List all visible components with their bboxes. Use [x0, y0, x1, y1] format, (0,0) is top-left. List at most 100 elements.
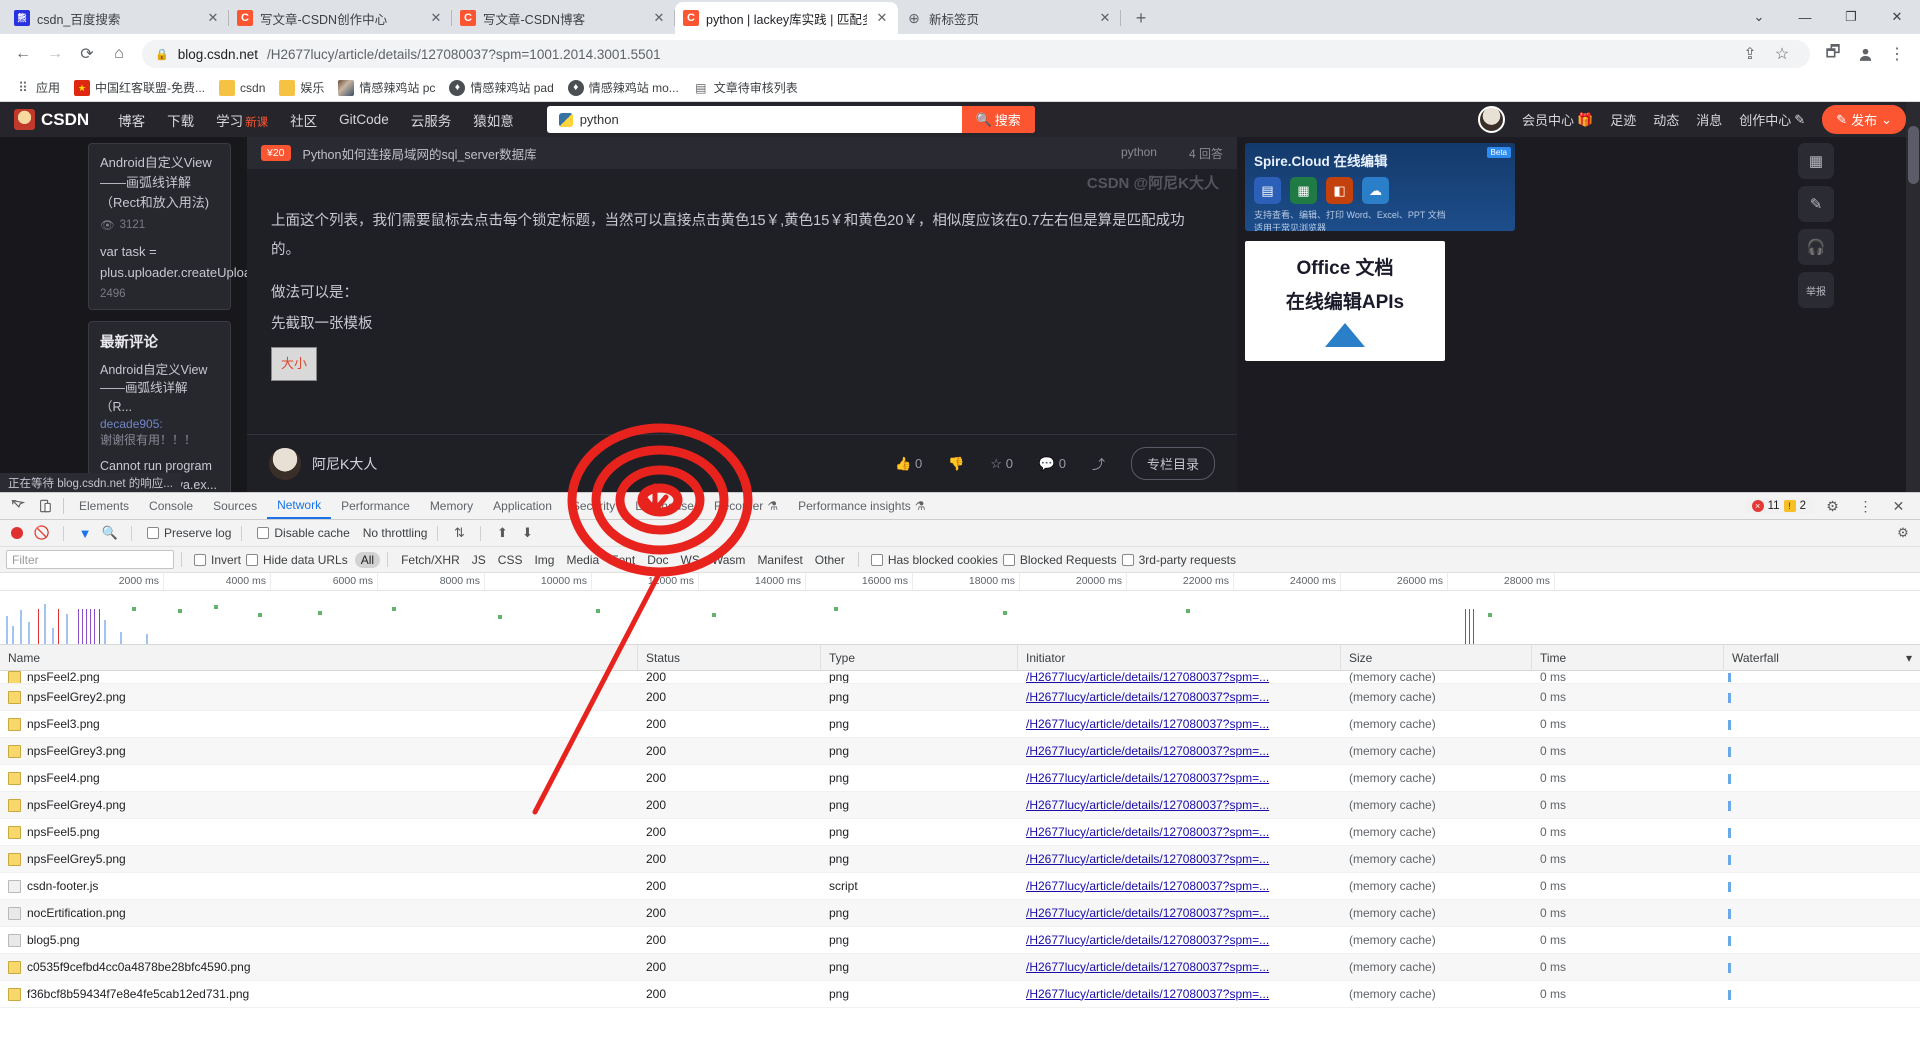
tab-close-button[interactable]: ✕	[651, 10, 667, 26]
csdn-nav-cloud[interactable]: 云服务	[400, 110, 463, 130]
filter-type-js[interactable]: JS	[466, 552, 492, 568]
clear-icon[interactable]: 🚫	[31, 522, 53, 544]
catalog-button[interactable]: 专栏目录	[1130, 447, 1215, 480]
reload-icon[interactable]: ⟳	[72, 39, 102, 69]
table-row[interactable]: csdn-footer.js 200 script /H2677lucy/art…	[0, 873, 1920, 900]
new-tab-button[interactable]: +	[1127, 4, 1155, 32]
filter-type-fetchxhr[interactable]: Fetch/XHR	[395, 552, 466, 568]
tab-memory[interactable]: Memory	[420, 493, 483, 519]
filter-type-font[interactable]: Font	[605, 552, 641, 568]
tab-performance-insights[interactable]: Performance insights ⚗	[788, 493, 935, 519]
avatar[interactable]	[1478, 106, 1505, 133]
table-row[interactable]: npsFeelGrey3.png 200 png /H2677lucy/arti…	[0, 738, 1920, 765]
request-initiator[interactable]: /H2677lucy/article/details/127080037?spm…	[1026, 927, 1269, 954]
tab-recorder[interactable]: Recorder ⚗	[704, 493, 788, 519]
network-overview[interactable]: 2000 ms 4000 ms 6000 ms 8000 ms 10000 ms…	[0, 573, 1920, 645]
tab-search-button[interactable]: ⌄	[1736, 0, 1782, 34]
filter-type-doc[interactable]: Doc	[641, 552, 674, 568]
csdn-logo[interactable]: CSDN	[14, 109, 89, 130]
table-row[interactable]: npsFeel4.png 200 png /H2677lucy/article/…	[0, 765, 1920, 792]
bookmark-item-3[interactable]: 娱乐	[273, 76, 330, 99]
profile-avatar-icon[interactable]	[1850, 39, 1880, 69]
report-button[interactable]: 举报	[1798, 272, 1834, 308]
checkbox[interactable]	[870, 553, 883, 566]
back-icon[interactable]: ←	[8, 39, 38, 69]
blocked-requests-checkbox[interactable]: Blocked Requests	[1002, 553, 1117, 567]
funnel-icon[interactable]: ▼	[74, 522, 96, 544]
csdn-nav-gitcode[interactable]: GitCode	[328, 112, 400, 127]
question-bar[interactable]: ¥20 Python如何连接局域网的sql_server数据库 python 4…	[247, 137, 1237, 169]
gear-icon[interactable]: ⚙	[1892, 522, 1914, 544]
close-icon[interactable]: ✕	[1885, 493, 1912, 519]
tab-close-button[interactable]: ✕	[874, 10, 890, 26]
publish-button[interactable]: ✎ 发布 ⌄	[1822, 105, 1906, 134]
table-row[interactable]: npsFeelGrey5.png 200 png /H2677lucy/arti…	[0, 846, 1920, 873]
column-initiator[interactable]: Initiator	[1018, 644, 1341, 671]
comment-item[interactable]: Android自定义View ——画弧线详解（R... decade905: 谢…	[100, 361, 219, 448]
browser-tab-2[interactable]: C 写文章-CSDN博客 ✕	[452, 2, 675, 34]
bookmark-item-7[interactable]: ▤ 文章待审核列表	[687, 76, 804, 99]
tab-console[interactable]: Console	[139, 493, 203, 519]
bookmark-item-5[interactable]: ♦ 情感辣鸡站 pad	[443, 76, 559, 99]
throttling-select[interactable]: No throttling	[363, 526, 428, 540]
bookmark-item-1[interactable]: ★ 中国红客联盟-免费...	[68, 76, 211, 99]
preserve-log-checkbox[interactable]: Preserve log	[147, 526, 231, 540]
like-button[interactable]: 👍 0	[895, 456, 922, 472]
kebab-icon[interactable]: ⋮	[1852, 493, 1879, 519]
headset-icon[interactable]: 🎧	[1798, 229, 1834, 265]
page-scrollbar[interactable]	[1906, 102, 1920, 492]
filter-type-css[interactable]: CSS	[492, 552, 529, 568]
table-row[interactable]: npsFeel3.png 200 png /H2677lucy/article/…	[0, 711, 1920, 738]
edit-icon[interactable]: ✎	[1798, 186, 1834, 222]
error-warning-counts[interactable]: × 11 ! 2	[1744, 498, 1813, 514]
search-input[interactable]: python	[580, 112, 619, 127]
request-initiator[interactable]: /H2677lucy/article/details/127080037?spm…	[1026, 711, 1269, 738]
column-time[interactable]: Time	[1532, 644, 1724, 671]
minimize-button[interactable]: —	[1782, 0, 1828, 34]
column-size[interactable]: Size	[1341, 644, 1532, 671]
column-name[interactable]: Name	[0, 644, 638, 671]
tab-performance[interactable]: Performance	[331, 493, 420, 519]
nav-messages[interactable]: 消息	[1696, 110, 1722, 129]
tab-application[interactable]: Application	[483, 493, 562, 519]
tab-security[interactable]: Security	[562, 493, 625, 519]
filter-type-wasm[interactable]: Wasm	[706, 552, 752, 568]
request-initiator[interactable]: /H2677lucy/article/details/127080037?spm…	[1026, 819, 1269, 846]
nav-footprint[interactable]: 足迹	[1610, 110, 1636, 129]
checkbox[interactable]	[1121, 553, 1134, 566]
nav-creation-center[interactable]: 创作中心 ✎	[1739, 110, 1805, 129]
requests-table-body[interactable]: npsFeel2.png 200 png /H2677lucy/article/…	[0, 671, 1920, 1048]
inspect-icon[interactable]	[4, 493, 31, 519]
article-thumbnail[interactable]: 大小	[271, 347, 317, 381]
search-icon[interactable]: 🔍	[99, 522, 121, 544]
bookmark-item-4[interactable]: 情感辣鸡站 pc	[332, 76, 441, 99]
avatar[interactable]	[269, 447, 301, 480]
tab-close-button[interactable]: ✕	[428, 10, 444, 26]
checkbox[interactable]	[1002, 553, 1015, 566]
csdn-nav-yuanruyi[interactable]: 猿如意	[462, 110, 525, 130]
filter-type-other[interactable]: Other	[809, 552, 851, 568]
share-button[interactable]: ⤴	[1092, 454, 1105, 473]
filter-type-media[interactable]: Media	[560, 552, 605, 568]
filter-type-img[interactable]: Img	[528, 552, 560, 568]
table-row[interactable]: blog5.png 200 png /H2677lucy/article/det…	[0, 927, 1920, 954]
has-blocked-cookies-checkbox[interactable]: Has blocked cookies	[870, 553, 998, 567]
checkbox[interactable]	[257, 527, 270, 539]
csdn-nav-download[interactable]: 下载	[156, 110, 205, 130]
recommend-title-1[interactable]: var task = plus.uploader.createUpload(	[100, 242, 263, 282]
column-status[interactable]: Status	[638, 644, 821, 671]
device-toggle-icon[interactable]	[31, 493, 58, 519]
invert-checkbox[interactable]: Invert	[194, 553, 241, 567]
csdn-nav-blog[interactable]: 博客	[107, 110, 156, 130]
filter-type-all[interactable]: All	[354, 551, 381, 568]
checkbox[interactable]	[194, 553, 206, 566]
record-icon[interactable]	[11, 527, 23, 539]
csdn-nav-community[interactable]: 社区	[279, 110, 328, 130]
table-row[interactable]: npsFeelGrey4.png 200 png /H2677lucy/arti…	[0, 792, 1920, 819]
request-initiator[interactable]: /H2677lucy/article/details/127080037?spm…	[1026, 954, 1269, 981]
home-icon[interactable]: ⌂	[104, 39, 134, 69]
dislike-button[interactable]: 👎	[948, 456, 964, 472]
csdn-search-box[interactable]: python 🔍 搜索	[546, 106, 1035, 133]
share-icon[interactable]: ⇪	[1735, 39, 1765, 69]
request-initiator[interactable]: /H2677lucy/article/details/127080037?spm…	[1026, 684, 1269, 711]
